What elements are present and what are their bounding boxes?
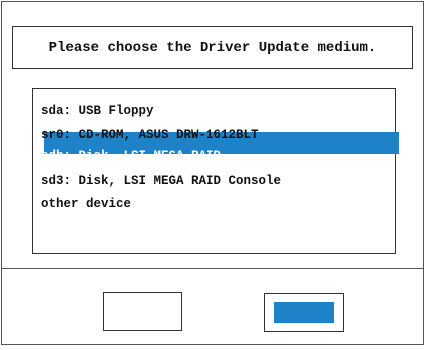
cancel-button[interactable]	[103, 292, 182, 331]
button-area-divider	[2, 268, 423, 269]
list-item-other-device[interactable]: other device	[41, 196, 131, 212]
device-list[interactable]: sda: USB Floppy sr0: CD-ROM, ASUS DRW-16…	[32, 88, 399, 254]
list-item-sda[interactable]: sda: USB Floppy	[41, 103, 154, 119]
dialog-title: Please choose the Driver Update medium.	[12, 26, 413, 69]
list-item-sr0[interactable]: sr0: CD-ROM, ASUS DRW-1612BLT	[41, 127, 259, 143]
list-item-sdb[interactable]: sdb: Disk, LSI MEGA RAID	[41, 148, 221, 164]
driver-update-dialog: Please choose the Driver Update medium. …	[1, 1, 424, 345]
list-item-sd3[interactable]: sd3: Disk, LSI MEGA RAID Console	[41, 173, 281, 189]
ok-button-focus-fill	[274, 302, 334, 323]
ok-button[interactable]	[264, 293, 344, 332]
